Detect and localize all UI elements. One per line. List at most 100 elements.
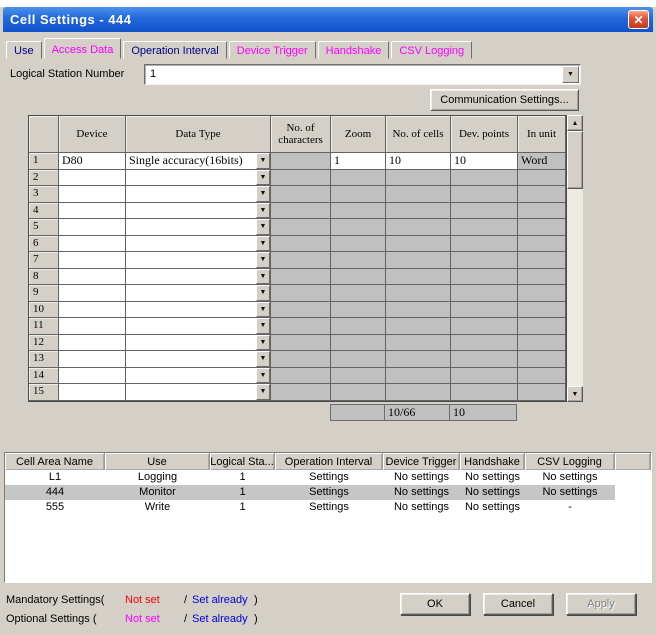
scrollbar-thumb[interactable]: [567, 131, 583, 189]
zoom-cell[interactable]: [331, 170, 386, 187]
title-bar[interactable]: Cell Settings - 444 ✕: [3, 7, 653, 32]
zoom-cell[interactable]: [331, 252, 386, 269]
zoom-cell[interactable]: [331, 236, 386, 253]
device-cell[interactable]: [59, 318, 126, 335]
list-header-use[interactable]: Use: [105, 453, 210, 470]
no-of-cells-cell[interactable]: [386, 285, 451, 302]
tab-use[interactable]: Use: [6, 41, 42, 59]
scroll-up-button[interactable]: ▲: [567, 115, 583, 131]
cancel-button[interactable]: Cancel: [483, 593, 553, 615]
data-type-cell[interactable]: ▼: [126, 335, 271, 352]
no-of-cells-cell[interactable]: [386, 203, 451, 220]
zoom-cell[interactable]: 1: [331, 153, 386, 170]
device-cell[interactable]: [59, 170, 126, 187]
logical-station-number-select[interactable]: 1 ▼: [144, 64, 581, 85]
list-header-cell-area-name[interactable]: Cell Area Name: [5, 453, 105, 470]
tab-csv-logging[interactable]: CSV Logging: [391, 41, 472, 59]
combo-dropdown-button[interactable]: ▼: [562, 66, 579, 83]
no-of-cells-cell[interactable]: [386, 219, 451, 236]
list-header-csv-logging[interactable]: CSV Logging: [525, 453, 615, 470]
device-cell[interactable]: D80: [59, 153, 126, 170]
dev-points-cell[interactable]: [451, 186, 518, 203]
communication-settings-button[interactable]: Communication Settings...: [430, 89, 579, 111]
data-type-dropdown-button[interactable]: ▼: [256, 170, 270, 186]
grid-scrollbar[interactable]: ▲ ▼: [567, 115, 583, 402]
data-type-cell[interactable]: ▼: [126, 269, 271, 286]
data-type-cell[interactable]: ▼: [126, 236, 271, 253]
data-type-cell[interactable]: ▼: [126, 252, 271, 269]
data-type-dropdown-button[interactable]: ▼: [256, 368, 270, 384]
data-type-dropdown-button[interactable]: ▼: [256, 186, 270, 202]
data-type-dropdown-button[interactable]: ▼: [256, 219, 270, 235]
list-header-handshake[interactable]: Handshake: [460, 453, 525, 470]
data-type-dropdown-button[interactable]: ▼: [256, 302, 270, 318]
data-type-cell[interactable]: ▼: [126, 318, 271, 335]
zoom-cell[interactable]: [331, 203, 386, 220]
zoom-cell[interactable]: [331, 384, 386, 401]
zoom-cell[interactable]: [331, 186, 386, 203]
dev-points-cell[interactable]: [451, 252, 518, 269]
no-of-cells-cell[interactable]: [386, 236, 451, 253]
data-type-cell[interactable]: Single accuracy(16bits) ▼: [126, 153, 271, 170]
dev-points-cell[interactable]: 10: [451, 153, 518, 170]
dev-points-cell[interactable]: [451, 236, 518, 253]
data-type-dropdown-button[interactable]: ▼: [256, 252, 270, 268]
no-of-cells-cell[interactable]: 10: [386, 153, 451, 170]
ok-button[interactable]: OK: [400, 593, 470, 615]
device-cell[interactable]: [59, 285, 126, 302]
list-row[interactable]: 555Write1SettingsNo settingsNo settings-: [5, 500, 615, 515]
dev-points-cell[interactable]: [451, 285, 518, 302]
dev-points-cell[interactable]: [451, 170, 518, 187]
tab-handshake[interactable]: Handshake: [318, 41, 390, 59]
list-header-operation-interval[interactable]: Operation Interval: [275, 453, 383, 470]
dev-points-cell[interactable]: [451, 219, 518, 236]
data-type-cell[interactable]: ▼: [126, 285, 271, 302]
dev-points-cell[interactable]: [451, 269, 518, 286]
no-of-cells-cell[interactable]: [386, 318, 451, 335]
no-of-cells-cell[interactable]: [386, 384, 451, 401]
device-cell[interactable]: [59, 335, 126, 352]
data-type-cell[interactable]: ▼: [126, 351, 271, 368]
device-cell[interactable]: [59, 186, 126, 203]
dev-points-cell[interactable]: [451, 384, 518, 401]
list-header-logical-station[interactable]: Logical Sta...: [210, 453, 275, 470]
data-type-dropdown-button[interactable]: ▼: [256, 236, 270, 252]
dev-points-cell[interactable]: [451, 302, 518, 319]
device-cell[interactable]: [59, 236, 126, 253]
data-type-dropdown-button[interactable]: ▼: [256, 285, 270, 301]
zoom-cell[interactable]: [331, 318, 386, 335]
tab-operation-interval[interactable]: Operation Interval: [123, 41, 226, 59]
no-of-cells-cell[interactable]: [386, 186, 451, 203]
data-type-dropdown-button[interactable]: ▼: [256, 269, 270, 285]
zoom-cell[interactable]: [331, 351, 386, 368]
data-type-cell[interactable]: ▼: [126, 186, 271, 203]
dev-points-cell[interactable]: [451, 335, 518, 352]
apply-button[interactable]: Apply: [566, 593, 636, 615]
device-cell[interactable]: [59, 302, 126, 319]
data-type-dropdown-button[interactable]: ▼: [256, 335, 270, 351]
data-type-dropdown-button[interactable]: ▼: [256, 318, 270, 334]
scroll-down-button[interactable]: ▼: [567, 386, 583, 402]
zoom-cell[interactable]: [331, 335, 386, 352]
zoom-cell[interactable]: [331, 269, 386, 286]
no-of-cells-cell[interactable]: [386, 302, 451, 319]
data-type-dropdown-button[interactable]: ▼: [256, 203, 270, 219]
tab-access-data[interactable]: Access Data: [44, 38, 122, 59]
list-row[interactable]: L1Logging1SettingsNo settingsNo settings…: [5, 470, 615, 485]
data-type-cell[interactable]: ▼: [126, 384, 271, 401]
data-type-dropdown-button[interactable]: ▼: [256, 351, 270, 367]
dev-points-cell[interactable]: [451, 318, 518, 335]
list-header-device-trigger[interactable]: Device Trigger: [383, 453, 460, 470]
data-type-cell[interactable]: ▼: [126, 302, 271, 319]
device-cell[interactable]: [59, 203, 126, 220]
list-row[interactable]: 444Monitor1SettingsNo settingsNo setting…: [5, 485, 615, 500]
device-cell[interactable]: [59, 269, 126, 286]
data-type-cell[interactable]: ▼: [126, 219, 271, 236]
device-cell[interactable]: [59, 252, 126, 269]
device-cell[interactable]: [59, 351, 126, 368]
zoom-cell[interactable]: [331, 219, 386, 236]
no-of-cells-cell[interactable]: [386, 351, 451, 368]
data-type-cell[interactable]: ▼: [126, 170, 271, 187]
dev-points-cell[interactable]: [451, 203, 518, 220]
zoom-cell[interactable]: [331, 368, 386, 385]
